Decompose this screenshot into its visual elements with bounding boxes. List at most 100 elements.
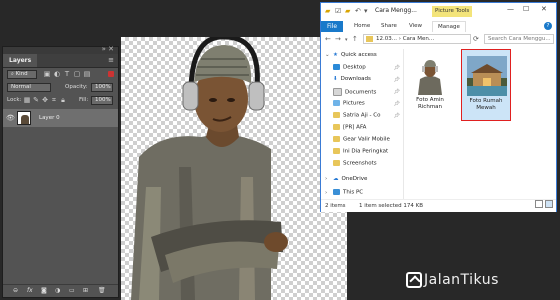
blend-mode-select[interactable]: Normal [7,83,51,92]
pin-icon: 📌︎ [393,77,400,83]
customize-toolbar-icon[interactable]: ▾ [364,7,368,15]
properties-icon[interactable]: ☑ [335,7,341,15]
selection-info: 1 item selected 174 KB [359,203,424,209]
new-folder-icon[interactable]: ▰ [345,7,350,15]
pixel-filter-icon[interactable]: ▣ [43,70,51,78]
nav-item-screenshots[interactable]: Screenshots [325,160,377,167]
shape-filter-icon[interactable]: ▢ [73,70,81,78]
navigation-pane: ⌄ ★ Quick access Desktop ⬇ Downloads Docume… [321,49,404,199]
nav-item-folder[interactable]: [PR] AFA [325,124,366,131]
address-part-2[interactable]: Cara Men... [403,36,434,42]
pin-icon: 📌︎ [393,65,400,71]
nav-item-quick-access[interactable]: ⌄ ★ Quick access [325,52,377,58]
search-input[interactable]: Search Cara Menggu... [484,34,554,44]
file-explorer-window: ▰ ☑ ▰ ↶ ▾ Cara Mengg... Picture Tools — … [320,2,557,212]
tab-file[interactable]: File [321,21,343,32]
opacity-label: Opacity: [65,84,88,90]
nav-label: OneDrive [341,176,368,182]
file-name: Foto Rumah Mewah [469,98,503,111]
pin-icon: 📌︎ [393,113,400,119]
lock-all-icon[interactable]: 🔒︎ [59,96,67,104]
maximize-button[interactable]: ☐ [523,5,529,13]
up-icon[interactable]: ↑ [352,35,358,43]
help-icon[interactable]: ? [544,22,552,30]
tab-home[interactable]: Home [354,21,370,32]
type-filter-icon[interactable]: T [63,70,71,78]
panel-menu-icon[interactable]: ≡ [108,54,114,67]
jalantikus-logo-icon [406,272,422,288]
nav-item-this-pc[interactable]: › This PC [325,189,363,196]
nav-label: Documents [345,89,377,96]
watermark-text: JalanTikus [424,272,499,288]
folder-icon [333,160,340,166]
nav-label: Gear Valir Mobile [343,136,390,143]
search-icon: ⌕ [11,71,14,77]
nav-label: Satria Aji - Co [343,112,381,119]
tab-view[interactable]: View [409,21,422,32]
nav-item-onedrive[interactable]: › ☁ OneDrive [325,176,367,182]
undo-icon[interactable]: ↶ [355,7,361,15]
tab-share[interactable]: Share [381,21,397,32]
lock-artboard-icon[interactable]: ⌗ [50,96,58,104]
pin-icon: 📌︎ [393,89,400,95]
link-icon[interactable]: ⊖ [13,287,18,294]
address-bar[interactable]: 12.03... › Cara Men... [363,34,471,44]
adjustment-icon[interactable]: ◑ [55,287,60,294]
cutout-person-image [131,37,288,300]
group-icon[interactable]: ▭ [69,287,75,294]
forward-icon[interactable]: → [335,35,341,43]
smart-filter-icon[interactable]: ▤ [83,70,91,78]
tab-manage[interactable]: Manage [432,21,466,32]
desktop-icon [333,64,340,70]
nav-item-documents[interactable]: Documents [325,88,376,96]
adjustment-filter-icon[interactable]: ◐ [53,70,61,78]
status-bar: 2 items 1 item selected 174 KB [321,199,556,212]
file-name: Foto Amin Richman [416,97,444,110]
canvas-document[interactable] [121,37,347,300]
visibility-eye-icon[interactable]: 👁︎ [6,114,15,122]
back-icon[interactable]: ← [325,35,331,43]
kind-filter-select[interactable]: ⌕ Kind [7,70,37,79]
nav-item-folder[interactable]: Gear Valir Mobile [325,136,390,143]
download-icon: ⬇ [333,76,338,82]
layers-panel: » ✕ Layers ≡ ⌕ Kind ▣ ◐ T ▢ ▤ Normal Opa… [2,45,119,298]
nav-label: Screenshots [343,160,377,167]
opacity-field[interactable]: 100% [91,83,113,92]
fill-label: Fill: [79,97,89,103]
minimize-button[interactable]: — [507,5,514,13]
layer-row[interactable]: 👁︎ Layer 0 [3,109,118,127]
folder-icon [333,112,340,118]
lock-row: Lock: ▦ ✎ ✥ ⌗ 🔒︎ Fill: 100% [3,94,118,107]
nav-item-folder[interactable]: Ini Dia Peringkat [325,148,388,155]
lock-label: Lock: [7,97,22,103]
file-tile[interactable]: Foto Amin Richman [405,49,455,121]
recent-locations-icon[interactable]: ▾ [345,37,348,43]
filter-toggle[interactable] [108,71,114,77]
new-layer-icon[interactable]: ⊞ [83,287,88,294]
nav-item-desktop[interactable]: Desktop [325,64,366,71]
close-button[interactable]: ✕ [541,5,547,13]
nav-label: This PC [343,189,364,196]
address-part-1[interactable]: 12.03... [376,36,397,42]
file-thumbnail [467,56,507,96]
nav-item-downloads[interactable]: ⬇ Downloads [325,76,371,82]
nav-item-folder[interactable]: Satria Aji - Co [325,112,380,119]
lock-paint-icon[interactable]: ✎ [32,96,40,104]
fill-field[interactable]: 100% [91,96,113,105]
refresh-icon[interactable]: ⟳ [473,35,479,43]
trash-icon[interactable]: 🗑︎ [98,287,106,294]
details-view-icon[interactable] [535,200,543,208]
fx-icon[interactable]: fx [27,287,33,294]
layer-name[interactable]: Layer 0 [39,109,60,127]
nav-item-pictures[interactable]: Pictures [325,100,365,107]
nav-label: [PR] AFA [343,124,367,131]
tab-layers[interactable]: Layers [3,54,38,67]
mask-icon[interactable]: ◙ [41,287,47,294]
large-icons-view-icon[interactable] [545,200,553,208]
file-tile-selected[interactable]: Foto Rumah Mewah [461,49,511,121]
lock-move-icon[interactable]: ✥ [41,96,49,104]
star-icon: ★ [333,52,338,58]
address-row: ← → ▾ ↑ 12.03... › Cara Men... ⟳ Search … [321,32,556,47]
lock-pixels-icon[interactable]: ▦ [23,96,31,104]
collapse-icon[interactable]: » ✕ [102,45,114,53]
